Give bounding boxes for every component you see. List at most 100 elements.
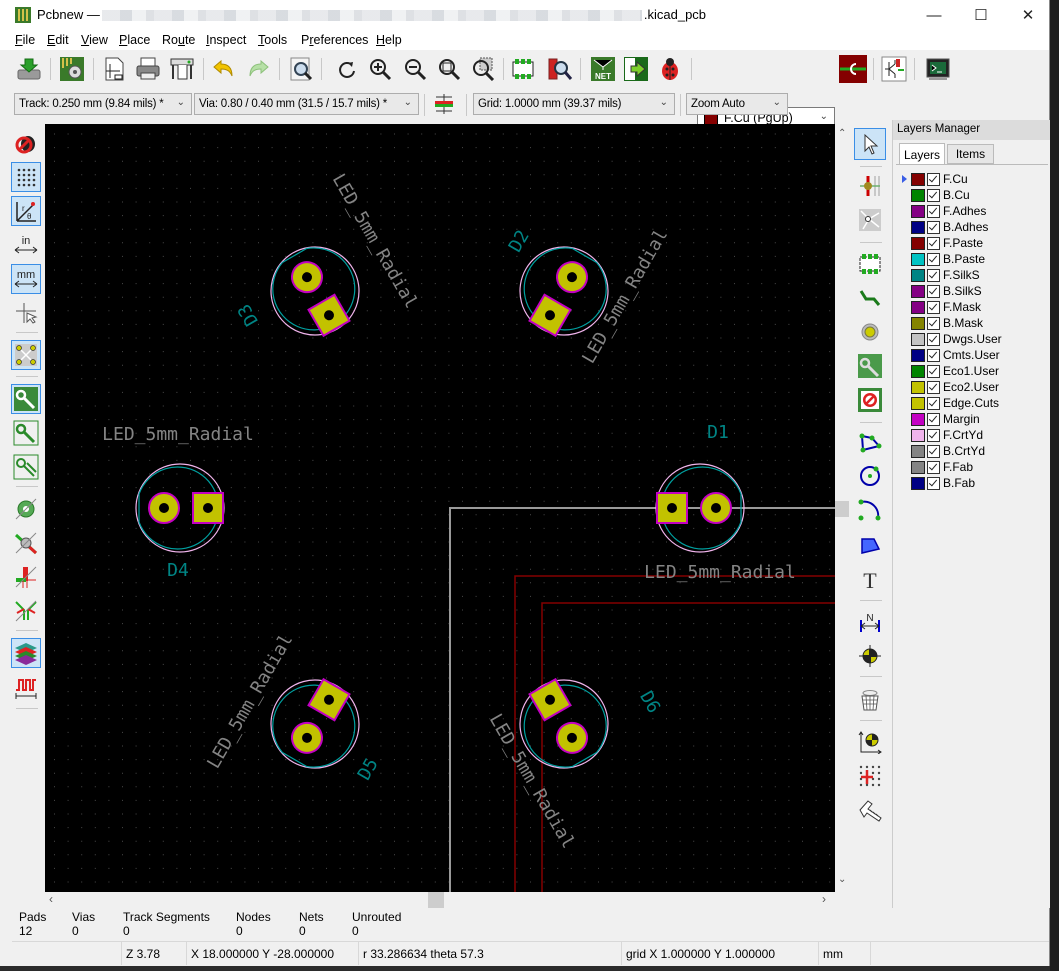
footprint-d3[interactable] bbox=[255, 231, 375, 351]
layer-name[interactable]: F.Fab bbox=[943, 460, 973, 474]
layer-visibility-checkbox[interactable] bbox=[927, 348, 940, 362]
hide-tracks-icon[interactable] bbox=[11, 596, 41, 626]
add-polygon-icon[interactable] bbox=[854, 530, 886, 562]
layer-visibility-checkbox[interactable] bbox=[927, 300, 940, 314]
add-line-icon[interactable] bbox=[854, 426, 886, 458]
layer-name[interactable]: F.Mask bbox=[943, 300, 981, 314]
layer-color-swatch[interactable] bbox=[911, 380, 925, 394]
add-target-icon[interactable] bbox=[854, 640, 886, 672]
undo-icon[interactable] bbox=[210, 55, 238, 83]
layer-visibility-checkbox[interactable] bbox=[927, 252, 940, 266]
layer-name[interactable]: Edge.Cuts bbox=[943, 396, 999, 410]
maximize-button[interactable]: ☐ bbox=[958, 0, 1004, 30]
layer-color-swatch[interactable] bbox=[911, 364, 925, 378]
layer-row-margin[interactable]: Margin bbox=[902, 411, 980, 427]
find-icon[interactable] bbox=[287, 55, 315, 83]
local-ratsnest-icon[interactable] bbox=[854, 204, 886, 236]
high-contrast-icon[interactable] bbox=[11, 638, 41, 668]
drc-icon[interactable] bbox=[656, 55, 684, 83]
add-via-icon[interactable] bbox=[854, 316, 886, 348]
layer-visibility-checkbox[interactable] bbox=[927, 428, 940, 442]
layer-color-swatch[interactable] bbox=[911, 412, 925, 426]
layer-name[interactable]: B.Fab bbox=[943, 476, 975, 490]
grid-origin-icon[interactable] bbox=[854, 760, 886, 792]
page-settings-icon[interactable] bbox=[100, 55, 128, 83]
layer-color-swatch[interactable] bbox=[911, 252, 925, 266]
layer-color-swatch[interactable] bbox=[911, 396, 925, 410]
layer-color-swatch[interactable] bbox=[911, 316, 925, 330]
tab-items[interactable]: Items bbox=[947, 144, 994, 164]
pcb-canvas[interactable]: D1 LED_5mm_Radial D2 LED_5mm_Radial D3 LED_5m… bbox=[45, 124, 835, 892]
layer-color-swatch[interactable] bbox=[911, 268, 925, 282]
menu-tools[interactable]: Tools bbox=[258, 33, 287, 47]
add-zone-icon[interactable] bbox=[854, 350, 886, 382]
layer-visibility-checkbox[interactable] bbox=[927, 204, 940, 218]
zone-outline-icon[interactable] bbox=[11, 418, 41, 448]
minimize-button[interactable]: — bbox=[911, 0, 957, 30]
layer-visibility-checkbox[interactable] bbox=[927, 220, 940, 234]
layer-color-swatch[interactable] bbox=[911, 332, 925, 346]
zoom-fit-icon[interactable] bbox=[435, 55, 463, 83]
set-origin-icon[interactable] bbox=[854, 726, 886, 758]
close-button[interactable]: ✕ bbox=[1005, 0, 1051, 30]
add-circle-icon[interactable] bbox=[854, 460, 886, 492]
layer-row-eco2-user[interactable]: Eco2.User bbox=[902, 379, 999, 395]
vertical-scrollbar[interactable]: ⌃ ⌄ bbox=[835, 124, 849, 892]
layer-name[interactable]: B.Cu bbox=[943, 188, 970, 202]
layer-visibility-checkbox[interactable] bbox=[927, 476, 940, 490]
scripting-console-icon[interactable] bbox=[924, 55, 952, 83]
layer-visibility-checkbox[interactable] bbox=[927, 172, 940, 186]
polar-coords-icon[interactable]: rθ bbox=[11, 196, 41, 226]
add-keepout-icon[interactable] bbox=[854, 384, 886, 416]
scroll-right-icon[interactable]: › bbox=[822, 892, 826, 906]
drc-off-icon[interactable] bbox=[11, 128, 41, 158]
layer-row-b-paste[interactable]: B.Paste bbox=[902, 251, 985, 267]
layer-color-swatch[interactable] bbox=[911, 284, 925, 298]
layer-visibility-checkbox[interactable] bbox=[927, 284, 940, 298]
layer-row-b-silks[interactable]: B.SilkS bbox=[902, 283, 982, 299]
route-track-icon[interactable] bbox=[854, 282, 886, 314]
measure-icon[interactable] bbox=[854, 794, 886, 826]
scroll-left-icon[interactable]: ‹ bbox=[49, 892, 53, 906]
add-arc-icon[interactable] bbox=[854, 494, 886, 526]
layer-name[interactable]: F.Cu bbox=[943, 172, 968, 186]
layer-row-f-fab[interactable]: F.Fab bbox=[902, 459, 973, 475]
layer-name[interactable]: F.CrtYd bbox=[943, 428, 983, 442]
ratsnest-icon[interactable] bbox=[11, 340, 41, 370]
add-text-icon[interactable]: T bbox=[854, 564, 886, 596]
layer-name[interactable]: B.Paste bbox=[943, 252, 985, 266]
layer-visibility-checkbox[interactable] bbox=[927, 444, 940, 458]
layer-color-swatch[interactable] bbox=[911, 172, 925, 186]
layer-row-b-fab[interactable]: B.Fab bbox=[902, 475, 975, 491]
inch-units-icon[interactable]: in bbox=[11, 230, 41, 260]
layer-name[interactable]: B.SilkS bbox=[943, 284, 982, 298]
layer-color-swatch[interactable] bbox=[911, 188, 925, 202]
layer-visibility-checkbox[interactable] bbox=[927, 380, 940, 394]
layer-row-b-cu[interactable]: B.Cu bbox=[902, 187, 970, 203]
layer-visibility-checkbox[interactable] bbox=[927, 236, 940, 250]
layer-visibility-checkbox[interactable] bbox=[927, 412, 940, 426]
select-icon[interactable] bbox=[854, 128, 886, 160]
layer-row-b-crtyd[interactable]: B.CrtYd bbox=[902, 443, 985, 459]
layer-row-b-mask[interactable]: B.Mask bbox=[902, 315, 983, 331]
menu-edit[interactable]: Edit bbox=[47, 33, 69, 47]
scroll-up-icon[interactable]: ⌃ bbox=[838, 128, 846, 139]
layer-color-swatch[interactable] bbox=[911, 428, 925, 442]
zoom-select[interactable]: Zoom Auto ⌄ bbox=[686, 93, 788, 115]
add-footprint-icon[interactable] bbox=[854, 248, 886, 280]
horizontal-scrollbar[interactable]: ‹ › bbox=[45, 892, 835, 908]
layer-row-b-adhes[interactable]: B.Adhes bbox=[902, 219, 988, 235]
menu-place[interactable]: Place bbox=[119, 33, 150, 47]
plot-icon[interactable] bbox=[168, 55, 196, 83]
cursor-shape-icon[interactable] bbox=[11, 298, 41, 328]
redo-icon[interactable] bbox=[244, 55, 272, 83]
via-sketch-icon[interactable] bbox=[11, 528, 41, 558]
layer-name[interactable]: Cmts.User bbox=[943, 348, 1000, 362]
zoom-in-icon[interactable] bbox=[366, 55, 394, 83]
layer-name[interactable]: Margin bbox=[943, 412, 980, 426]
layer-row-f-mask[interactable]: F.Mask bbox=[902, 299, 981, 315]
highlight-net-icon[interactable] bbox=[854, 170, 886, 202]
layer-visibility-checkbox[interactable] bbox=[927, 396, 940, 410]
layer-name[interactable]: Eco1.User bbox=[943, 364, 999, 378]
footprint-viewer-icon[interactable] bbox=[546, 55, 574, 83]
